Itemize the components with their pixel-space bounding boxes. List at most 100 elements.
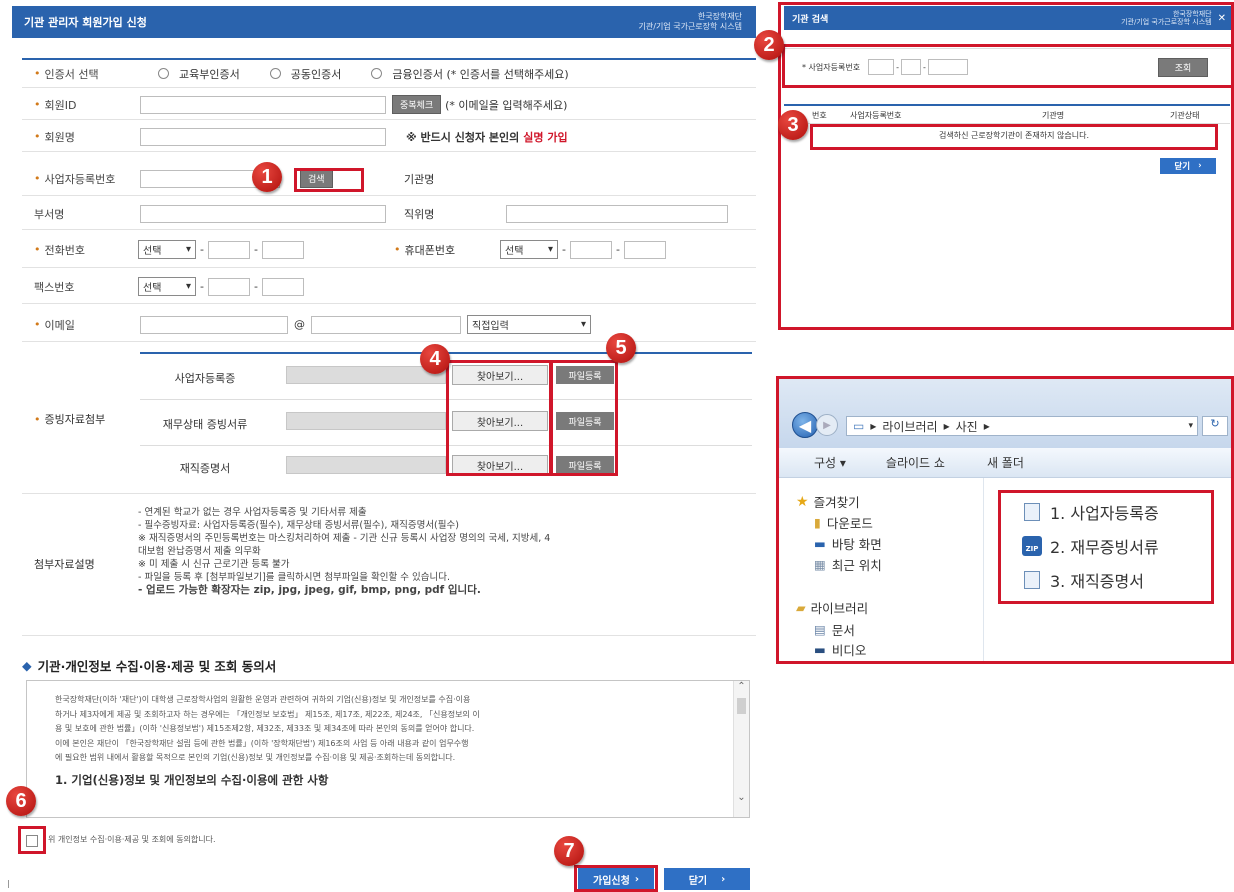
back-button[interactable]: ◀ [792, 412, 818, 438]
email-id-input[interactable] [140, 315, 288, 334]
email-label: 이메일 [44, 318, 75, 332]
org-result-header: 번호 사업자등록번호 기관명 기관상태 [784, 104, 1230, 124]
member-id-hint: (* 이메일을 입력해주세요) [445, 98, 568, 112]
chevron-down-icon[interactable]: ▾ [1188, 421, 1193, 431]
nav-videos[interactable]: ▬ 비디오 [814, 640, 866, 659]
member-name-hint-red: 실명 가입 [523, 130, 568, 144]
cert-radio-2[interactable] [269, 68, 281, 79]
member-name-input[interactable] [140, 127, 386, 146]
attach-item-label: 재직증명서 [179, 462, 231, 475]
nav-recent[interactable]: ▦ 최근 위치 [814, 555, 882, 574]
cert-label: 인증서 선택 [44, 67, 99, 81]
duplicate-check-button[interactable]: 중복체크 [392, 95, 442, 114]
breadcrumb-photos[interactable]: 사진 [956, 418, 978, 435]
phone-mid-input[interactable] [207, 240, 250, 259]
file-path-field[interactable] [286, 456, 446, 474]
attach-desc-section: 첨부자료설명 - 연계된 학교가 없는 경우 사업자등록증 및 기타서류 제출 … [22, 496, 756, 636]
file-path-field[interactable] [286, 366, 446, 384]
fax-row: 팩스번호 선택 ▾ - - [22, 270, 756, 304]
biz-no-row: • 사업자등록번호 검색 기관명 [22, 162, 756, 196]
file-register-button[interactable]: 파일등록 [556, 366, 614, 384]
favorites-group[interactable]: ★ 즐겨찾기 [796, 492, 860, 511]
libraries-group[interactable]: ▰ 라이브러리 [796, 598, 868, 617]
file-register-button[interactable]: 파일등록 [556, 456, 614, 474]
mobile-label: 휴대폰번호 [404, 243, 456, 257]
mobile-mid-input[interactable] [569, 240, 612, 259]
attach-item-label: 사업자등록증 [174, 372, 236, 385]
file-path-field[interactable] [286, 412, 446, 430]
agree-label: 위 개인정보 수집·이용·제공 및 조회에 동의합니다. [48, 835, 216, 844]
file-explorer: ◀ ▶ ▭ ▸ 라이브러리 ▸ 사진 ▸ ▾ ↻ 구성 ▾ 슬라이드 쇼 새 폴… [778, 378, 1232, 662]
step-badge-4: 4 [420, 344, 450, 374]
cert-option-1: 교육부인증서 [179, 67, 240, 81]
org-search-title: 기관 검색 [792, 14, 829, 25]
browse-button[interactable]: 찾아보기... [452, 365, 548, 385]
nav-desktop[interactable]: ▬ 바탕 화면 [814, 534, 882, 553]
cert-options: 교육부인증서 공동인증서 금융인증서 (* 인증서를 선택해주세요) [158, 66, 569, 82]
org-search-titlebar: 기관 검색 한국장학재단 기관/기업 국가근로장학 시스템 ✕ [784, 6, 1232, 30]
dept-input[interactable] [140, 204, 386, 223]
step-badge-2: 2 [754, 30, 784, 60]
nav-pane: ★ 즐겨찾기 ▮ 다운로드 ▬ 바탕 화면 ▦ 최근 위치 ▰ 라이브러리 ▤ 문서 ▬ 비디… [778, 478, 984, 662]
org-name-label: 기관명 [404, 172, 435, 186]
member-id-label: 회원ID [44, 98, 77, 112]
new-folder-button[interactable]: 새 폴더 [987, 454, 1024, 471]
fax-area-select[interactable]: 선택 ▾ [138, 277, 196, 296]
attach-desc-text: - 연계된 학교가 없는 경우 사업자등록증 및 기타서류 제출 - 필수증빙자… [138, 507, 551, 596]
nav-documents[interactable]: ▤ 문서 [814, 620, 855, 639]
mobile-last-input[interactable] [623, 240, 666, 259]
organize-menu[interactable]: 구성 ▾ [814, 454, 846, 471]
nav-downloads[interactable]: ▮ 다운로드 [814, 513, 873, 532]
member-id-input[interactable] [140, 95, 386, 114]
mobile-prefix-select[interactable]: 선택 ▾ [500, 240, 558, 259]
file-item[interactable]: ZIP 2. 재무증빙서류 [1022, 534, 1159, 558]
file-item[interactable]: 3. 재직증명서 [1024, 568, 1144, 592]
position-input[interactable] [506, 204, 728, 223]
fax-mid-input[interactable] [207, 277, 250, 296]
refresh-icon[interactable]: ↻ [1202, 416, 1228, 436]
browse-button[interactable]: 찾아보기... [452, 455, 548, 475]
org-close-button[interactable]: 닫기 › [1160, 158, 1216, 174]
cert-radio-3[interactable] [371, 68, 383, 79]
breadcrumb-library[interactable]: 라이브러리 [882, 418, 937, 435]
star-icon: ★ [796, 493, 809, 510]
file-register-button[interactable]: 파일등록 [556, 412, 614, 430]
phone-area-select[interactable]: 선택 ▾ [138, 240, 196, 259]
col-org-name: 기관명 [1042, 111, 1065, 120]
cert-radio-1[interactable] [158, 68, 169, 79]
phone-row: • 전화번호 선택 ▾ - - • 휴대폰번호 선택 ▾ - - [22, 232, 756, 268]
form-titlebar: 기관 관리자 회원가입 신청 한국장학재단 기관/기업 국가근로장학 시스템 [12, 6, 756, 38]
attach-section: • 증빙자료첨부 사업자등록증 찾아보기... 파일등록 재무상태 증빙서류 찾아… [22, 344, 756, 494]
library-icon: ▰ [796, 600, 806, 615]
browse-button[interactable]: 찾아보기... [452, 411, 548, 431]
col-org-status: 기관상태 [1170, 111, 1200, 120]
consent-textbox[interactable]: 한국장학재단(이하 '재단')이 대학생 근로장학사업의 원활한 운영과 관련하… [26, 680, 750, 818]
email-domain-input[interactable] [311, 315, 461, 334]
slideshow-button[interactable]: 슬라이드 쇼 [886, 454, 945, 471]
agree-checkbox[interactable] [26, 835, 38, 847]
address-field[interactable]: ▭ ▸ 라이브러리 ▸ 사진 ▸ ▾ [846, 416, 1198, 436]
member-name-hint: ※ 반드시 신청자 본인의 [406, 130, 520, 144]
fax-label: 팩스번호 [34, 280, 75, 294]
biz-no-label: 사업자등록번호 [44, 172, 116, 186]
org-biz-input-1[interactable] [868, 59, 895, 75]
org-biz-input-3[interactable] [927, 59, 968, 75]
forward-button[interactable]: ▶ [816, 414, 838, 436]
position-label: 직위명 [404, 207, 435, 221]
consent-scrollbar[interactable]: ⌃ ⌄ [733, 681, 749, 817]
file-item[interactable]: 1. 사업자등록증 [1024, 500, 1159, 524]
form-close-button[interactable]: 닫기 › [664, 868, 750, 890]
email-row: • 이메일 @ 직접입력 ▾ [22, 308, 756, 342]
org-search-button[interactable]: 조회 [1158, 57, 1208, 77]
biz-search-button[interactable]: 검색 [300, 169, 333, 188]
attach-item: 재무상태 증빙서류 찾아보기... 파일등록 [140, 400, 752, 446]
join-submit-button[interactable]: 가입신청 › [578, 868, 654, 890]
phone-last-input[interactable] [261, 240, 304, 259]
member-id-row: • 회원ID 중복체크 (* 이메일을 입력해주세요) [22, 90, 756, 120]
org-biz-input-2[interactable] [900, 59, 921, 75]
email-domain-select[interactable]: 직접입력 ▾ [467, 315, 591, 334]
step-badge-5: 5 [606, 333, 636, 363]
library-folder-icon: ▭ [853, 419, 865, 433]
fax-last-input[interactable] [261, 277, 304, 296]
close-icon[interactable]: ✕ [1218, 13, 1226, 24]
